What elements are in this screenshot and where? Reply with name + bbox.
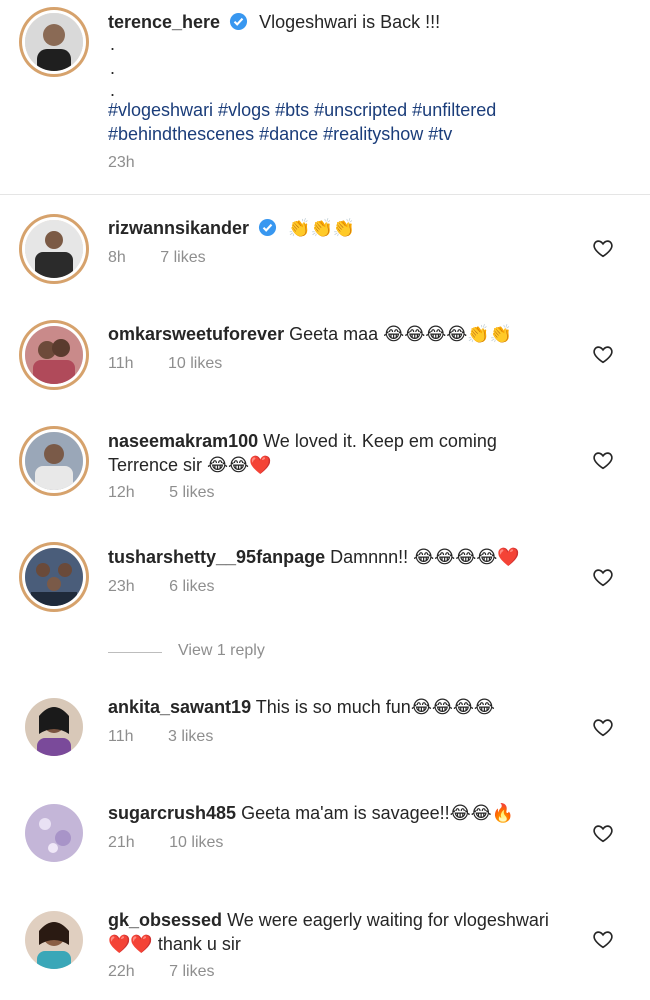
comment-meta: 12h 5 likes [108,484,245,502]
comment-time: 21h [108,834,135,851]
comment-time: 11h [108,355,134,372]
comment-username[interactable]: sugarcrush485 [108,803,236,823]
caption-hashtags-line1[interactable]: #vlogeshwari #vlogs #bts #unscripted #un… [108,100,496,121]
heart-outline-icon[interactable] [592,716,614,738]
caption-avatar[interactable] [25,13,83,71]
caption-hashtags-line2[interactable]: #behindthescenes #dance #realityshow #tv [108,124,452,145]
comment-text: We loved it. Keep em coming [263,431,497,451]
comment-avatar[interactable] [25,804,83,862]
divider [0,194,650,195]
comment-text: Geeta maa 😂😂😂😂👏👏 [289,324,513,344]
comment-row: ankita_sawant19 This is so much fun😂😂😂😂 [108,695,580,719]
comment-row: tusharshetty__95fanpage Damnnn!! 😂😂😂😂❤️ [108,545,580,569]
comment-time: 22h [108,963,135,980]
comment-row: sugarcrush485 Geeta ma'am is savagee!!😂😂… [108,801,580,825]
comment-time: 8h [108,249,126,266]
caption-username[interactable]: terence_here [108,12,220,32]
comment-meta: 11h 3 likes [108,728,243,746]
caption: terence_here Vlogeshwari is Back !!! [108,10,580,34]
comment-avatar[interactable] [25,911,83,969]
heart-outline-icon[interactable] [592,449,614,471]
heart-outline-icon[interactable] [592,566,614,588]
comment-text: This is so much fun😂😂😂😂 [255,697,495,717]
comment-text: 👏👏👏 [288,218,356,238]
caption-dot-2: . [110,58,116,78]
comment-text-line2: ❤️❤️ thank u sir [108,934,241,954]
comment-meta: 11h 10 likes [108,355,252,373]
comment-likes[interactable]: 3 likes [168,728,213,745]
caption-dot-3: . [110,80,116,100]
comment-meta: 23h 6 likes [108,578,245,596]
comment-likes[interactable]: 7 likes [160,249,205,266]
comment-avatar[interactable] [25,698,83,756]
heart-outline-icon[interactable] [592,237,614,259]
heart-outline-icon[interactable] [592,928,614,950]
comment-avatar[interactable] [25,548,83,606]
comment-text: Damnnn!! 😂😂😂😂❤️ [330,547,520,567]
comment-username[interactable]: gk_obsessed [108,910,222,930]
comment-username[interactable]: ankita_sawant19 [108,697,251,717]
comment-time: 23h [108,578,135,595]
comment-row: gk_obsessed We were eagerly waiting for … [108,908,580,956]
comment-likes[interactable]: 10 likes [169,834,223,851]
comment-username[interactable]: naseemakram100 [108,431,258,451]
comment-time: 12h [108,484,135,501]
view-replies-button[interactable]: View 1 reply [178,642,265,660]
comment-meta: 8h 7 likes [108,249,236,267]
caption-dot-1: . [110,34,116,54]
caption-time: 23h [108,154,135,171]
comment-avatar[interactable] [25,220,83,278]
comment-username[interactable]: tusharshetty__95fanpage [108,547,325,567]
comment-likes[interactable]: 7 likes [169,963,214,980]
comment-row: naseemakram100 We loved it. Keep em comi… [108,429,580,477]
reply-divider [108,652,162,653]
comment-row: omkarsweetuforever Geeta maa 😂😂😂😂👏👏 [108,322,580,346]
comment-meta: 21h 10 likes [108,834,253,852]
comment-username[interactable]: rizwannsikander [108,218,249,238]
verified-badge-icon [259,218,277,237]
heart-outline-icon[interactable] [592,822,614,844]
comment-avatar[interactable] [25,432,83,490]
comment-meta: 22h 7 likes [108,963,245,981]
comment-avatar[interactable] [25,326,83,384]
comment-likes[interactable]: 10 likes [168,355,222,372]
heart-outline-icon[interactable] [592,343,614,365]
comment-row: rizwannsikander 👏👏👏 [108,216,580,240]
comment-time: 11h [108,728,134,745]
comment-text: We were eagerly waiting for vlogeshwari [227,910,549,930]
comment-likes[interactable]: 6 likes [169,578,214,595]
caption-text: Vlogeshwari is Back !!! [259,12,441,32]
comment-likes[interactable]: 5 likes [169,484,214,501]
comment-username[interactable]: omkarsweetuforever [108,324,284,344]
verified-badge-icon [230,12,248,31]
comment-text-line2: Terrence sir 😂😂❤️ [108,455,272,475]
comment-text: Geeta ma'am is savagee!!😂😂🔥 [241,803,515,823]
